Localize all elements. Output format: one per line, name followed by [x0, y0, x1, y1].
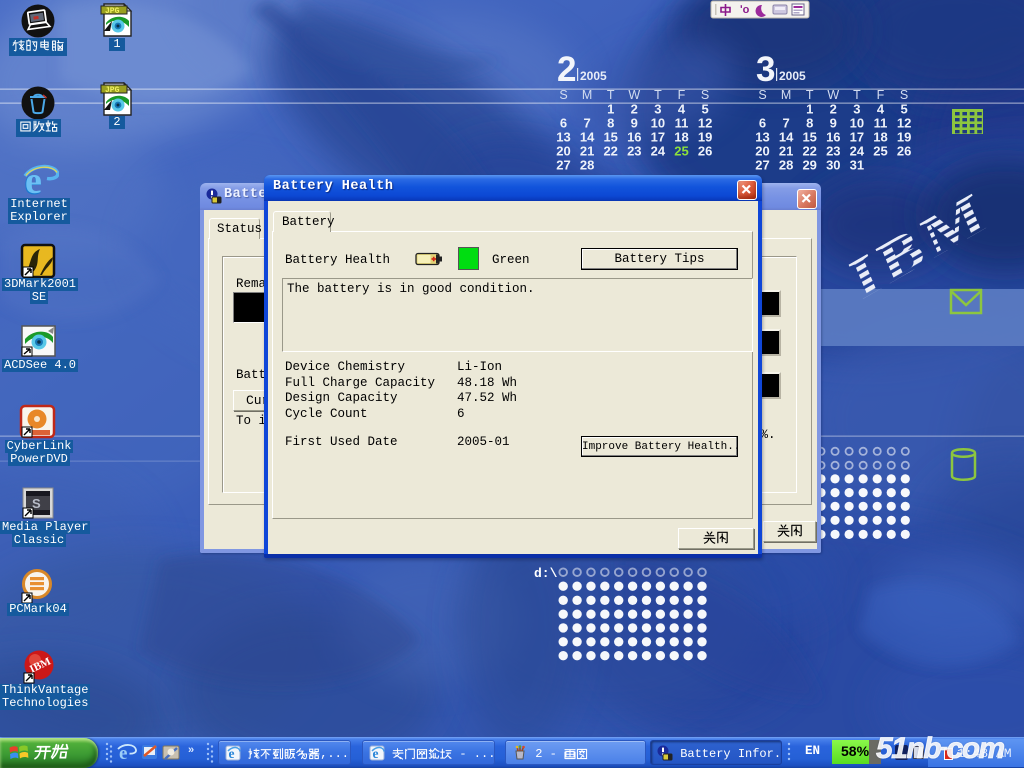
svg-text:T: T	[607, 88, 615, 102]
svg-text:13: 13	[556, 130, 570, 145]
svg-text:17: 17	[651, 130, 665, 145]
svg-text:4: 4	[877, 102, 885, 117]
svg-text:5: 5	[701, 102, 708, 117]
svg-text:d:\: d:\	[534, 566, 558, 581]
svg-text:12: 12	[698, 116, 712, 131]
svg-text:25: 25	[873, 144, 887, 159]
svg-text:25: 25	[674, 144, 688, 159]
svg-text:JPG: JPG	[105, 7, 120, 16]
svg-text:26: 26	[698, 144, 712, 159]
svg-text:3: 3	[853, 102, 860, 117]
svg-text:28: 28	[779, 158, 793, 173]
svg-text:5: 5	[900, 102, 907, 117]
svg-text:JPG: JPG	[105, 86, 120, 95]
svg-text:13: 13	[755, 130, 769, 145]
svg-text:28: 28	[580, 158, 594, 173]
svg-text:S: S	[559, 88, 567, 102]
svg-text:3: 3	[654, 102, 661, 117]
svg-text:T: T	[806, 88, 814, 102]
svg-text:24: 24	[651, 144, 666, 159]
svg-text:9: 9	[631, 116, 638, 131]
svg-text:15: 15	[603, 130, 617, 145]
svg-text:T: T	[654, 88, 662, 102]
svg-text:2005: 2005	[580, 69, 607, 83]
svg-text:18: 18	[674, 130, 688, 145]
svg-text:8: 8	[806, 116, 813, 131]
svg-text:30: 30	[826, 158, 840, 173]
svg-text:»: »	[188, 744, 194, 756]
svg-text:23: 23	[826, 144, 840, 159]
svg-text:2: 2	[631, 102, 638, 117]
svg-text:M: M	[781, 88, 791, 102]
svg-text:27: 27	[556, 158, 570, 173]
svg-text:8: 8	[607, 116, 614, 131]
svg-text:18: 18	[873, 130, 887, 145]
svg-text:24: 24	[850, 144, 865, 159]
svg-text:6: 6	[759, 116, 766, 131]
svg-text:11: 11	[874, 116, 888, 131]
svg-text:16: 16	[826, 130, 840, 145]
svg-text:ʹo: ʹo	[740, 4, 750, 16]
svg-text:10: 10	[850, 116, 864, 131]
svg-text:23: 23	[627, 144, 641, 159]
svg-text:17: 17	[850, 130, 864, 145]
svg-text:F: F	[678, 88, 686, 102]
svg-text:1: 1	[607, 102, 614, 117]
svg-text:19: 19	[897, 130, 911, 145]
svg-text:9: 9	[830, 116, 837, 131]
svg-text:14: 14	[779, 130, 794, 145]
svg-text:T: T	[853, 88, 861, 102]
svg-text:14: 14	[580, 130, 595, 145]
svg-text:19: 19	[698, 130, 712, 145]
svg-text:20: 20	[755, 144, 769, 159]
svg-text:12: 12	[897, 116, 911, 131]
svg-text:6: 6	[560, 116, 567, 131]
svg-text:2: 2	[557, 50, 576, 89]
svg-text:2: 2	[830, 102, 837, 117]
svg-text:10: 10	[651, 116, 665, 131]
svg-text:F: F	[877, 88, 885, 102]
svg-text:S: S	[701, 88, 709, 102]
svg-text:W: W	[827, 88, 839, 102]
svg-text:S: S	[900, 88, 908, 102]
svg-text:22: 22	[802, 144, 816, 159]
svg-text:31: 31	[850, 158, 864, 173]
svg-text:M: M	[582, 88, 592, 102]
svg-text:S: S	[758, 88, 766, 102]
svg-text:26: 26	[897, 144, 911, 159]
svg-text:4: 4	[678, 102, 686, 117]
svg-text:20: 20	[556, 144, 570, 159]
svg-text:1: 1	[806, 102, 813, 117]
svg-text:7: 7	[583, 116, 590, 131]
svg-text:15: 15	[802, 130, 816, 145]
svg-text:21: 21	[779, 144, 793, 159]
svg-text:16: 16	[627, 130, 641, 145]
svg-text:11: 11	[675, 116, 689, 131]
svg-text:W: W	[628, 88, 640, 102]
svg-text:21: 21	[580, 144, 594, 159]
svg-text:7: 7	[782, 116, 789, 131]
svg-text:27: 27	[755, 158, 769, 173]
svg-text:3: 3	[756, 50, 775, 89]
svg-text:22: 22	[603, 144, 617, 159]
svg-text:29: 29	[802, 158, 816, 173]
svg-text:2005: 2005	[779, 69, 806, 83]
